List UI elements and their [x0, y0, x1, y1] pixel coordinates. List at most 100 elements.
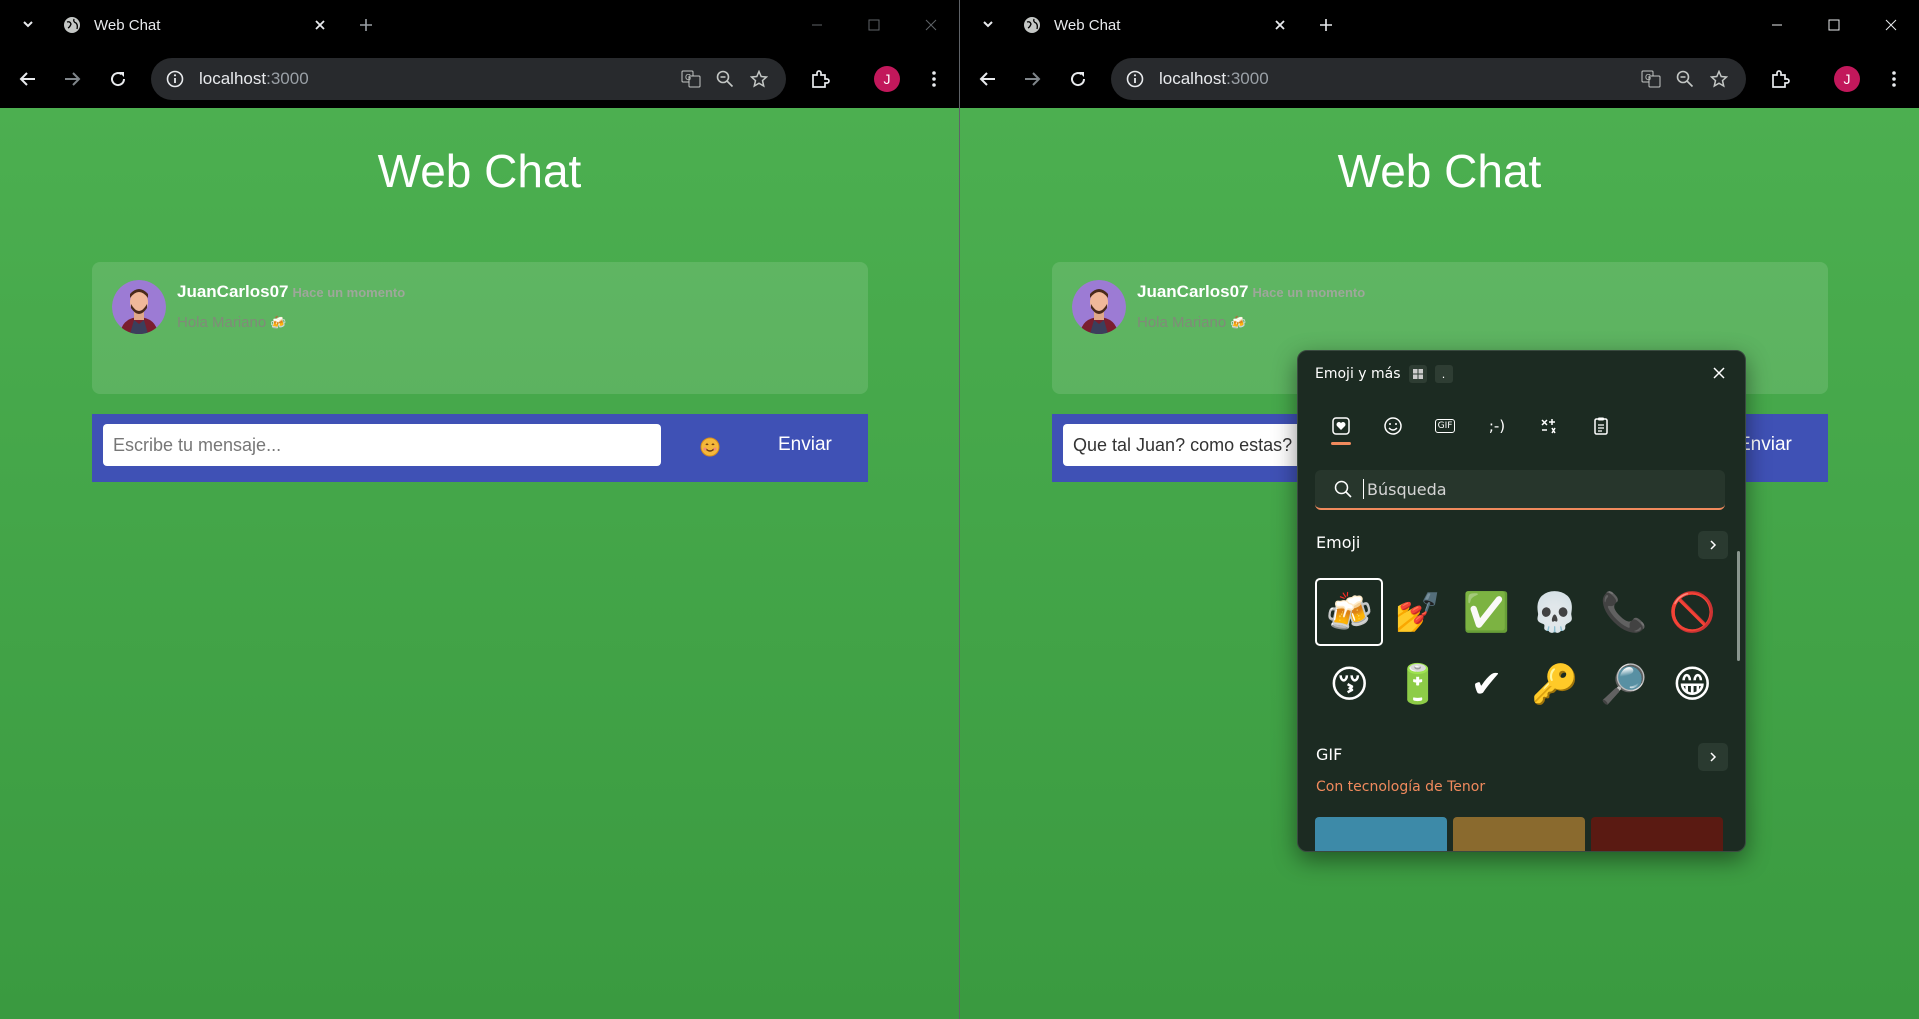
web-page: Web Chat JuanCarlos07 Hace un momento Hol…: [0, 108, 959, 1019]
emoji-panel-scrollbar[interactable]: [1737, 551, 1740, 661]
bookmark-star-icon[interactable]: [742, 62, 776, 96]
tab-strip: Web Chat: [960, 0, 1919, 50]
tab-recent[interactable]: [1315, 407, 1367, 445]
emoji-glyph: 😚: [1329, 662, 1370, 706]
emoji-search-input[interactable]: [1365, 478, 1725, 500]
site-info-icon[interactable]: [163, 67, 187, 91]
zoom-icon[interactable]: [1668, 62, 1702, 96]
beer-mugs-emoji: 🍻: [270, 315, 287, 330]
site-info-icon[interactable]: [1123, 67, 1147, 91]
back-arrow-icon[interactable]: [14, 65, 42, 93]
tab-close-icon[interactable]: [308, 13, 332, 37]
emoji-cell[interactable]: 😁: [1658, 648, 1727, 720]
page-title: Web Chat: [1337, 145, 1542, 197]
tab-kaomoji[interactable]: ;-): [1471, 407, 1523, 445]
emoji-cell[interactable]: 🍻: [1315, 576, 1384, 648]
message-body: Hola Mariano: [177, 314, 267, 331]
extensions-puzzle-icon[interactable]: [1766, 65, 1794, 93]
profile-avatar[interactable]: J: [874, 66, 900, 92]
tab-close-icon[interactable]: [1268, 13, 1292, 37]
emoji-glyph: ✔: [1470, 662, 1503, 706]
address-bar[interactable]: localhost:3000 G: [1111, 58, 1746, 100]
emoji-grid: 🍻 💅 ✅ 💀 📞 🚫 😚 🔋 ✔ 🔑 🔎 😁: [1315, 576, 1727, 720]
tab-clipboard[interactable]: [1575, 407, 1627, 445]
emoji-glyph: 😁: [1672, 662, 1713, 706]
emoji-cell[interactable]: 😚: [1315, 648, 1384, 720]
message-text: Hola Mariano 🍻: [177, 314, 286, 331]
back-arrow-icon[interactable]: [974, 65, 1002, 93]
emoji-cell[interactable]: 💅: [1384, 576, 1453, 648]
maximize-icon[interactable]: [845, 0, 902, 50]
tab-search-chevron-icon[interactable]: [976, 12, 1000, 36]
tab-gif[interactable]: GIF: [1419, 407, 1471, 445]
emoji-panel-close-icon[interactable]: [1707, 361, 1731, 385]
bookmark-star-icon[interactable]: [1702, 62, 1736, 96]
emoji-cell[interactable]: 🔑: [1521, 648, 1590, 720]
gif-thumbnail[interactable]: [1315, 817, 1447, 851]
zoom-icon[interactable]: [708, 62, 742, 96]
gif-thumbnail[interactable]: [1591, 817, 1723, 851]
emoji-panel-header: Emoji y más .: [1315, 365, 1453, 383]
tab-emoji[interactable]: [1367, 407, 1419, 445]
forward-arrow-icon[interactable]: [1018, 65, 1046, 93]
extensions-puzzle-icon[interactable]: [806, 65, 834, 93]
url-text: localhost:3000: [199, 69, 674, 89]
emoji-cell[interactable]: 🚫: [1658, 576, 1727, 648]
tenor-attribution[interactable]: Con tecnología de Tenor: [1316, 779, 1485, 795]
browser-toolbar: localhost:3000 G J: [0, 50, 959, 108]
emoji-cell[interactable]: ✔: [1452, 648, 1521, 720]
emoji-cell[interactable]: 🔎: [1589, 648, 1658, 720]
tab-symbols[interactable]: [1523, 407, 1575, 445]
send-button[interactable]: Enviar: [778, 434, 832, 456]
message-input[interactable]: [103, 424, 661, 466]
browser-toolbar: localhost:3000 G J: [960, 50, 1919, 108]
emoji-cell[interactable]: ✅: [1452, 576, 1521, 648]
clipboard-icon: [1594, 417, 1608, 435]
emoji-glyph: 💀: [1531, 589, 1579, 634]
url-port: :3000: [1226, 69, 1269, 88]
tab-web-chat[interactable]: Web Chat: [1010, 8, 1298, 42]
svg-text:G: G: [685, 73, 691, 82]
emoji-cell[interactable]: 📞: [1589, 576, 1658, 648]
url-host: localhost: [199, 69, 267, 88]
tab-title: Web Chat: [94, 16, 161, 34]
translate-icon[interactable]: G: [1634, 62, 1668, 96]
emoji-glyph: 🔎: [1600, 661, 1648, 706]
emoji-cell[interactable]: 🔋: [1384, 648, 1453, 720]
window-controls: [788, 0, 959, 50]
tab-search-chevron-icon[interactable]: [16, 12, 40, 36]
recent-heart-icon: [1332, 417, 1350, 435]
browser-menu-icon[interactable]: [1880, 65, 1908, 93]
tab-title: Web Chat: [1054, 16, 1121, 34]
send-button[interactable]: Enviar: [1738, 434, 1792, 456]
new-tab-plus-icon[interactable]: [354, 13, 378, 37]
forward-arrow-icon[interactable]: [58, 65, 86, 93]
tab-web-chat[interactable]: Web Chat: [50, 8, 338, 42]
minimize-icon[interactable]: [788, 0, 845, 50]
symbols-icon: [1541, 419, 1556, 434]
emoji-section-more-button[interactable]: [1698, 531, 1728, 559]
emoji-cell[interactable]: 💀: [1521, 576, 1590, 648]
emoji-glyph: 🔑: [1531, 661, 1579, 706]
gif-section-more-button[interactable]: [1698, 743, 1728, 771]
svg-text:G: G: [1645, 73, 1651, 82]
emoji-glyph: 🔋: [1394, 661, 1442, 706]
window-close-icon[interactable]: [1862, 0, 1919, 50]
reload-icon[interactable]: [1064, 65, 1092, 93]
emoji-button[interactable]: [698, 436, 722, 460]
search-icon: [1333, 479, 1353, 499]
minimize-icon[interactable]: [1748, 0, 1805, 50]
message-text: Hola Mariano 🍻: [1137, 314, 1246, 331]
new-tab-plus-icon[interactable]: [1314, 13, 1338, 37]
gif-thumbnail[interactable]: [1453, 817, 1585, 851]
maximize-icon[interactable]: [1805, 0, 1862, 50]
message-card: JuanCarlos07 Hace un momento Hola Mariano…: [92, 262, 868, 394]
emoji-search-box[interactable]: [1315, 470, 1725, 510]
translate-icon[interactable]: G: [674, 62, 708, 96]
reload-icon[interactable]: [104, 65, 132, 93]
window-close-icon[interactable]: [902, 0, 959, 50]
username-text: JuanCarlos07: [177, 282, 289, 301]
browser-menu-icon[interactable]: [920, 65, 948, 93]
address-bar[interactable]: localhost:3000 G: [151, 58, 786, 100]
profile-avatar[interactable]: J: [1834, 66, 1860, 92]
